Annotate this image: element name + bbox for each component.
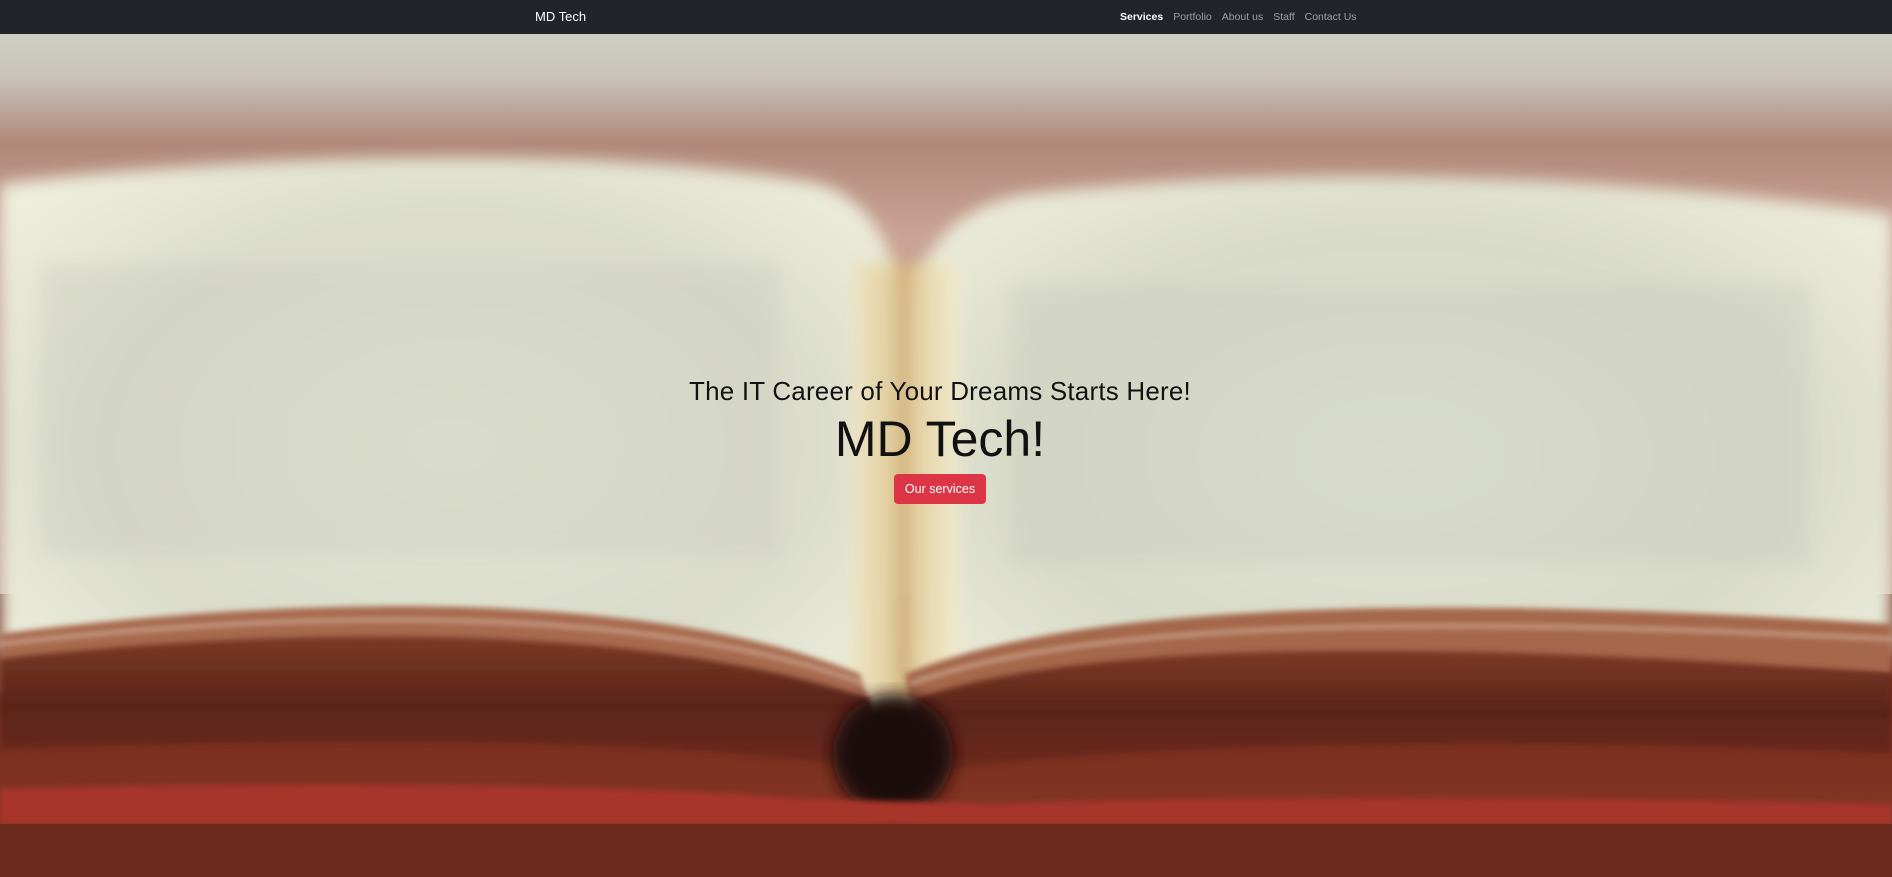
brand-link[interactable]: MD Tech	[535, 0, 586, 34]
nav-link-contact-us[interactable]: Contact Us	[1305, 11, 1357, 23]
hero-section: The IT Career of Your Dreams Starts Here…	[0, 34, 1892, 877]
nav-link-services[interactable]: Services	[1120, 11, 1163, 23]
hero-content: The IT Career of Your Dreams Starts Here…	[0, 376, 1880, 504]
nav-link-staff[interactable]: Staff	[1273, 11, 1294, 23]
our-services-button[interactable]: Our services	[893, 473, 987, 504]
nav-link-portfolio[interactable]: Portfolio	[1173, 11, 1212, 23]
nav-links: Services Portfolio About us Staff Contac…	[1120, 0, 1357, 34]
hero-heading: MD Tech!	[834, 411, 1046, 467]
hero-subheading: The IT Career of Your Dreams Starts Here…	[689, 376, 1191, 406]
nav-link-about-us[interactable]: About us	[1222, 11, 1263, 23]
top-navbar: MD Tech Services Portfolio About us Staf…	[0, 0, 1892, 34]
